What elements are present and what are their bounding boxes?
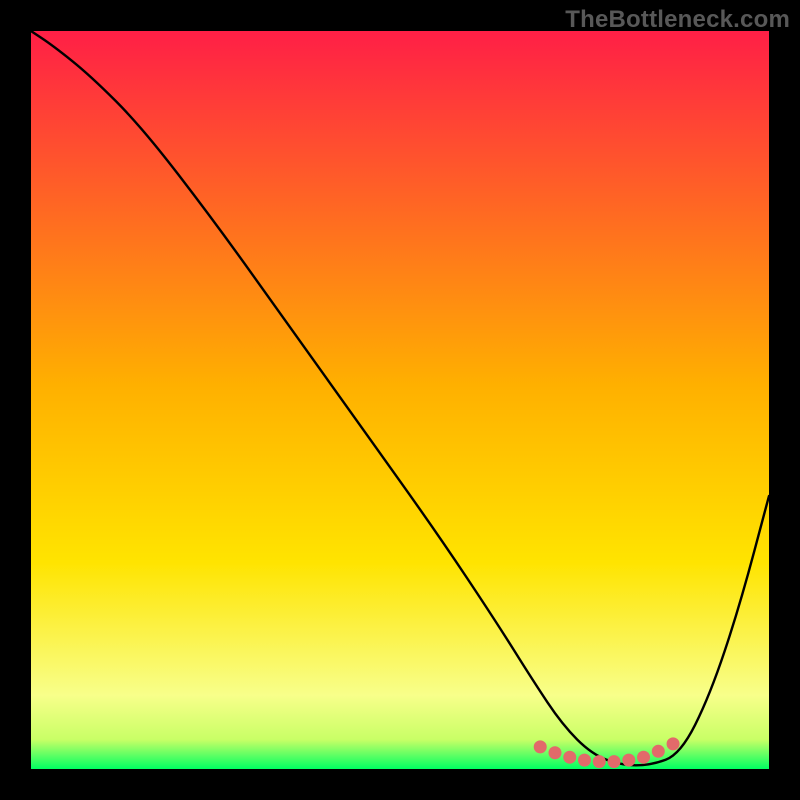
attribution-label: TheBottleneck.com	[565, 6, 790, 34]
marker-dot	[652, 745, 665, 758]
marker-dot	[534, 740, 547, 753]
marker-dot	[622, 754, 635, 767]
marker-dot	[563, 751, 576, 764]
marker-dot	[593, 755, 606, 768]
marker-dot	[608, 755, 621, 768]
marker-dot	[637, 751, 650, 764]
plot-area	[31, 31, 769, 769]
marker-dot	[578, 754, 591, 767]
bottleneck-chart	[31, 31, 769, 769]
chart-container: TheBottleneck.com	[0, 0, 800, 800]
marker-dot	[667, 737, 680, 750]
gradient-background	[31, 31, 769, 769]
marker-dot	[548, 746, 561, 759]
